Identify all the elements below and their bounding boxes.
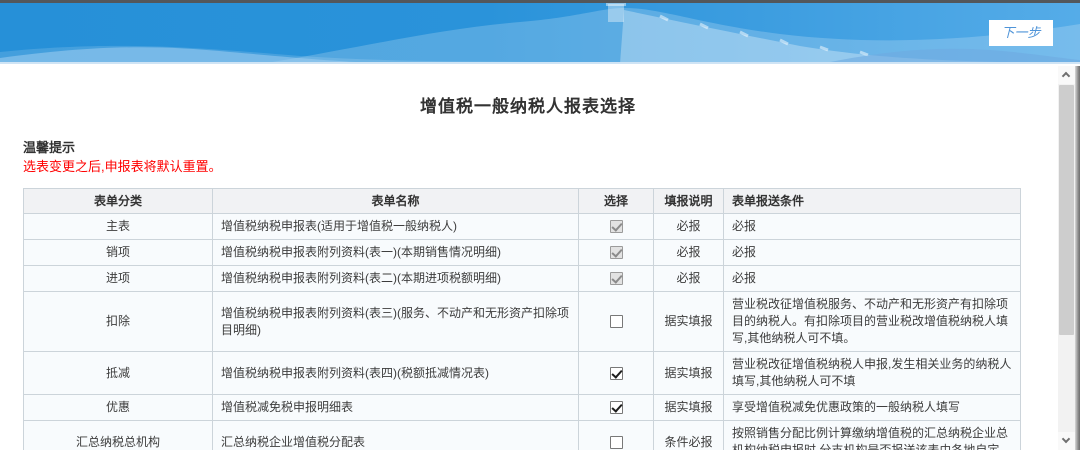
tips-warning-text: 选表变更之后,申报表将默认重置。 [23, 157, 1056, 176]
report-selection-table: 表单分类 表单名称 选择 填报说明 表单报送条件 主表 增值税纳税申报表(适用于… [23, 188, 1021, 450]
row-checkbox[interactable] [610, 315, 623, 328]
page-title: 增值税一般纳税人报表选择 [0, 92, 1056, 117]
cell-name: 增值税纳税申报表附列资料(表四)(税额抵减情况表) [213, 352, 579, 395]
cell-condition: 营业税改征增值税服务、不动产和无形资产有扣除项目的纳税人。有扣除项目的营业税改增… [724, 292, 1021, 352]
cell-name: 增值税减免税申报明细表 [213, 395, 579, 421]
cell-name: 增值税纳税申报表附列资料(表二)(本期进项税额明细) [213, 266, 579, 292]
great-wall-mountains-graphic [0, 0, 1080, 64]
cell-condition: 营业税改征增值税纳税人申报,发生相关业务的纳税人填写,其他纳税人可不填 [724, 352, 1021, 395]
report-table-body: 主表 增值税纳税申报表(适用于增值税一般纳税人) 必报 必报 销项 增值税纳税申… [24, 214, 1021, 450]
table-row: 扣除 增值税纳税申报表附列资料(表三)(服务、不动产和无形资产扣除项目明细) 据… [24, 292, 1021, 352]
scrollbar-down-button[interactable] [1058, 432, 1075, 450]
table-row: 汇总纳税总机构 汇总纳税企业增值税分配表 条件必报 按照销售分配比例计算缴纳增值… [24, 421, 1021, 450]
cell-instruction: 必报 [654, 214, 724, 240]
cell-instruction: 据实填报 [654, 292, 724, 352]
row-checkbox [610, 272, 623, 285]
header-submission-condition: 表单报送条件 [724, 189, 1021, 214]
page-header-banner [0, 0, 1080, 64]
cell-category: 抵减 [24, 352, 213, 395]
cell-condition: 按照销售分配比例计算缴纳增值税的汇总纳税企业总机构纳税申报时,分支机构是否报送该… [724, 421, 1021, 450]
table-row: 优惠 增值税减免税申报明细表 据实填报 享受增值税减免优惠政策的一般纳税人填写 [24, 395, 1021, 421]
cell-category: 进项 [24, 266, 213, 292]
report-table-head: 表单分类 表单名称 选择 填报说明 表单报送条件 [24, 189, 1021, 214]
table-header-row: 表单分类 表单名称 选择 填报说明 表单报送条件 [24, 189, 1021, 214]
next-step-button[interactable]: 下一步 [989, 20, 1053, 46]
cell-name: 汇总纳税企业增值税分配表 [213, 421, 579, 450]
tips-block: 温馨提示 选表变更之后,申报表将默认重置。 [23, 139, 1056, 176]
table-row: 主表 增值税纳税申报表(适用于增值税一般纳税人) 必报 必报 [24, 214, 1021, 240]
header-select: 选择 [579, 189, 654, 214]
cell-category: 汇总纳税总机构 [24, 421, 213, 450]
chevron-down-icon [1062, 435, 1070, 443]
cell-category: 扣除 [24, 292, 213, 352]
table-row: 进项 增值税纳税申报表附列资料(表二)(本期进项税额明细) 必报 必报 [24, 266, 1021, 292]
row-checkbox [610, 246, 623, 259]
table-row: 销项 增值税纳税申报表附列资料(表一)(本期销售情况明细) 必报 必报 [24, 240, 1021, 266]
window-top-edge [0, 0, 1080, 3]
cell-name: 增值税纳税申报表附列资料(表三)(服务、不动产和无形资产扣除项目明细) [213, 292, 579, 352]
main-content: 增值税一般纳税人报表选择 温馨提示 选表变更之后,申报表将默认重置。 表单分类 … [0, 66, 1056, 450]
cell-instruction: 必报 [654, 240, 724, 266]
cell-condition: 必报 [724, 214, 1021, 240]
scrollbar-thumb[interactable] [1059, 85, 1074, 335]
vertical-scrollbar[interactable] [1058, 66, 1075, 450]
header-form-name: 表单名称 [213, 189, 579, 214]
chevron-up-icon [1062, 72, 1070, 80]
cell-name: 增值税纳税申报表附列资料(表一)(本期销售情况明细) [213, 240, 579, 266]
cell-instruction: 据实填报 [654, 395, 724, 421]
cell-category: 主表 [24, 214, 213, 240]
cell-condition: 必报 [724, 240, 1021, 266]
cell-category: 销项 [24, 240, 213, 266]
app-window: 下一步 增值税一般纳税人报表选择 温馨提示 选表变更之后,申报表将默认重置。 表… [0, 0, 1080, 450]
window-right-edge [1075, 66, 1080, 450]
cell-instruction: 必报 [654, 266, 724, 292]
cell-condition: 享受增值税减免优惠政策的一般纳税人填写 [724, 395, 1021, 421]
header-form-category: 表单分类 [24, 189, 213, 214]
row-checkbox[interactable] [610, 401, 623, 414]
cell-name: 增值税纳税申报表(适用于增值税一般纳税人) [213, 214, 579, 240]
cell-instruction: 据实填报 [654, 352, 724, 395]
cell-instruction: 条件必报 [654, 421, 724, 450]
table-row: 抵减 增值税纳税申报表附列资料(表四)(税额抵减情况表) 据实填报 营业税改征增… [24, 352, 1021, 395]
cell-condition: 必报 [724, 266, 1021, 292]
scrollbar-up-button[interactable] [1058, 66, 1075, 84]
row-checkbox[interactable] [610, 436, 623, 449]
tips-title: 温馨提示 [23, 139, 1056, 157]
row-checkbox[interactable] [610, 367, 623, 380]
cell-category: 优惠 [24, 395, 213, 421]
header-filling-instruction: 填报说明 [654, 189, 724, 214]
row-checkbox [610, 220, 623, 233]
